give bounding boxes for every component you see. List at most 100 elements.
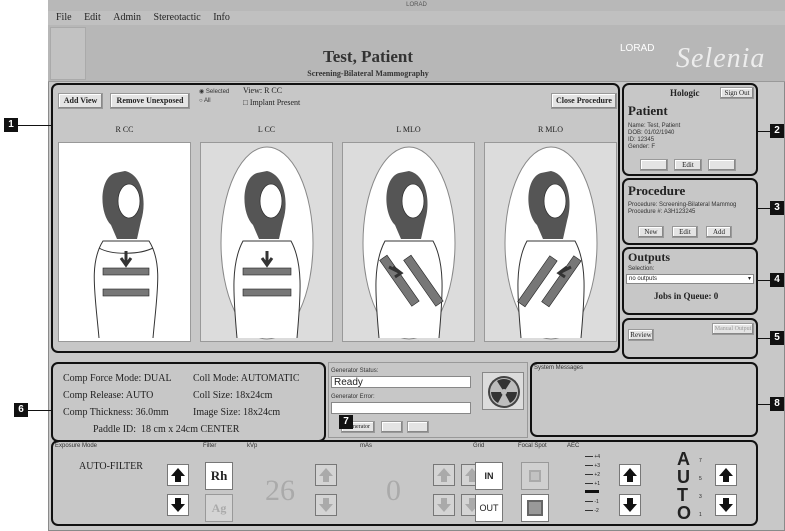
image-size-label: Image Size: (193, 407, 241, 418)
outputs-selection-value: no outputs (629, 276, 658, 282)
aec-tick: +1 (585, 481, 613, 490)
mlo-view-illustration (504, 146, 598, 340)
focal-spot-large-button[interactable] (521, 462, 549, 490)
radiation-icon (488, 376, 520, 408)
auto-number: 1 (699, 512, 702, 518)
close-procedure-button[interactable]: Close Procedure (551, 93, 617, 109)
patient-name-value: Test, Patient (647, 123, 681, 129)
aec-up-button[interactable] (619, 464, 641, 486)
radio-all[interactable]: ○ All (199, 98, 211, 104)
kvp-down-button[interactable] (315, 494, 337, 516)
mas-down-button[interactable] (433, 494, 455, 516)
menu-file[interactable]: File (56, 12, 72, 23)
auto-letters: A U T O (677, 450, 691, 522)
view-thumbnail-rmlo[interactable] (484, 142, 617, 342)
grid-out-button[interactable]: OUT (475, 494, 503, 522)
generator-status-label: Generator Status: (331, 368, 379, 374)
system-messages-panel: System Messages (530, 362, 758, 437)
aec-label: AEC (567, 443, 580, 449)
paddle-id: Paddle ID: 18 cm x 24cm CENTER (93, 424, 240, 435)
density-up-button[interactable] (715, 464, 737, 486)
review-panel: Review Manual Output (622, 318, 758, 359)
procedure-subtitle: Screening-Bilateral Mammography (307, 69, 429, 78)
exposure-mode-up-button[interactable] (167, 464, 189, 486)
callout-8: 8 (770, 397, 784, 411)
aec-tick: -1 (585, 499, 613, 508)
auto-number: 5 (699, 476, 702, 482)
grid-label: Grid (473, 443, 485, 449)
manual-output-button[interactable]: Manual Output (712, 323, 754, 335)
selenia-logo: Selenia (676, 43, 766, 74)
procedure-add-button[interactable]: Add (706, 226, 732, 238)
focal-spot-small-button[interactable] (521, 494, 549, 522)
exposure-info-col1: Comp Force Mode: DUAL Comp Release: AUTO… (63, 370, 172, 421)
aec-scale-ticks: +4 +3 +2 +1 -1 -2 (585, 454, 613, 517)
arrow-up-icon (319, 468, 333, 482)
generator-button-c[interactable] (407, 421, 429, 433)
aec-down-button[interactable] (619, 494, 641, 516)
radio-selected[interactable]: ◉ Selected (199, 88, 229, 95)
focal-spot-label: Focal Spot (518, 443, 547, 449)
auto-number: 7 (699, 458, 702, 464)
patient-gender-value: F (651, 144, 656, 150)
comp-force-mode-value: DUAL (143, 373, 172, 384)
header-side-tab[interactable] (50, 27, 86, 80)
mlo-view-illustration (362, 146, 456, 340)
patient-gender-label: Gender: (628, 144, 650, 150)
auto-letter-u: U (677, 467, 690, 487)
aec-tick-label: +2 (594, 472, 601, 478)
auto-letter-o: O (677, 503, 692, 523)
menu-stereotactic[interactable]: Stereotactic (154, 12, 201, 23)
view-thumbnail-lcc[interactable] (200, 142, 333, 342)
procedure-edit-button[interactable]: Edit (672, 226, 698, 238)
filter-rh-button[interactable]: Rh (205, 462, 233, 490)
menu-info[interactable]: Info (213, 12, 230, 23)
generator-panel: Generator Status: Ready Generator Error:… (328, 362, 528, 438)
generator-status-field: Ready (331, 376, 471, 388)
auto-letter-t: T (677, 485, 688, 505)
filter-ag-button[interactable]: Ag (205, 494, 233, 522)
patient-button-3[interactable] (708, 159, 736, 171)
sign-out-button[interactable]: Sign Out (720, 87, 754, 99)
menu-edit[interactable]: Edit (84, 12, 101, 23)
review-button[interactable]: Review (628, 329, 654, 341)
radio-selected-label: Selected (205, 89, 230, 95)
view-label-rcc: R CC (115, 125, 134, 134)
mas-up-button[interactable] (433, 464, 455, 486)
density-down-button[interactable] (715, 494, 737, 516)
org-name: Hologic (670, 88, 700, 98)
radiation-icon-button[interactable] (482, 372, 524, 410)
aec-tick-label: +4 (594, 454, 601, 460)
callout-8-line (758, 404, 770, 405)
implant-label: Implant Present (249, 98, 301, 107)
exposure-info-panel: Comp Force Mode: DUAL Comp Release: AUTO… (51, 362, 326, 442)
patient-edit-button[interactable]: Edit (674, 159, 702, 171)
remove-unexposed-button[interactable]: Remove Unexposed (110, 93, 190, 109)
callout-5-line (758, 338, 770, 339)
jobs-in-queue: Jobs in Queue: 0 (654, 291, 719, 301)
procedure-number-value: A3H123245 (663, 209, 696, 215)
arrow-down-icon (719, 498, 733, 512)
patient-button-1[interactable] (640, 159, 668, 171)
exposure-mode-down-button[interactable] (167, 494, 189, 516)
aec-tick: -2 (585, 508, 613, 517)
menu-admin[interactable]: Admin (113, 12, 141, 23)
lorad-logo: LORAD (620, 43, 655, 54)
view-thumbnail-rcc[interactable] (58, 142, 191, 342)
procedure-value: Screening-Bilateral Mammog (659, 202, 737, 208)
coll-mode-label: Coll Mode: (193, 373, 239, 384)
view-thumbnail-lmlo[interactable] (342, 142, 475, 342)
procedure-new-button[interactable]: New (638, 226, 664, 238)
image-size-value: 18x24cm (242, 407, 281, 418)
implant-present-checkbox[interactable]: □ Implant Present (243, 98, 300, 107)
mas-value: 0 (386, 474, 401, 507)
kvp-up-button[interactable] (315, 464, 337, 486)
auto-letter-a: A (677, 449, 690, 469)
outputs-selection-dropdown[interactable]: no outputs ▾ (626, 274, 754, 284)
add-view-button[interactable]: Add View (58, 93, 103, 109)
patient-id-value: 12345 (637, 137, 655, 143)
callout-4-line (758, 280, 770, 281)
grid-in-button[interactable]: IN (475, 462, 503, 490)
generator-button-b[interactable] (381, 421, 403, 433)
callout-4: 4 (770, 273, 784, 287)
